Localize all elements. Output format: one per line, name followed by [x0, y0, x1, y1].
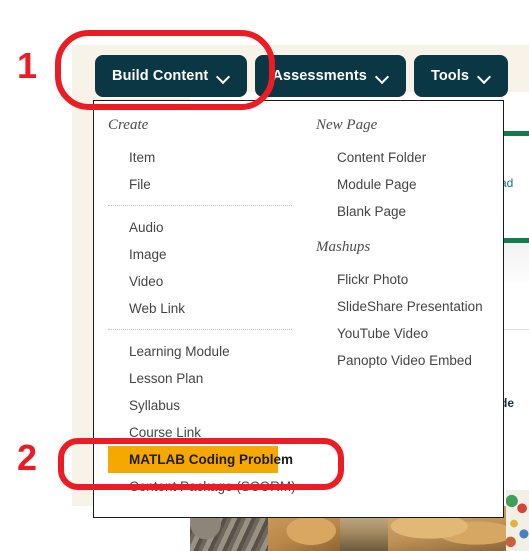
chevron-down-icon — [217, 72, 230, 80]
assessments-button[interactable]: Assessments — [255, 55, 406, 97]
chevron-down-icon — [376, 72, 389, 80]
dropdown-separator — [108, 329, 292, 330]
assessments-label: Assessments — [272, 68, 367, 84]
dropdown-spacer — [316, 225, 503, 239]
menu-item-blank-page[interactable]: Blank Page — [316, 198, 503, 225]
menu-item-lesson-plan[interactable]: Lesson Plan — [108, 365, 300, 392]
menu-item-image[interactable]: Image — [108, 241, 300, 268]
menu-item-panopto-video-embed[interactable]: Panopto Video Embed — [316, 347, 503, 374]
build-content-dropdown: Create Item File Audio Image Video Web Link Lea… — [93, 100, 504, 518]
dropdown-column-create: Create Item File Audio Image Video Web Link Lea… — [94, 117, 300, 517]
background-bold-text: de — [500, 396, 515, 410]
menu-item-item[interactable]: Item — [108, 144, 300, 171]
dropdown-section-heading: Mashups — [316, 239, 371, 255]
menu-item-slideshare-presentation[interactable]: SlideShare Presentation — [316, 293, 503, 320]
menu-item-audio[interactable]: Audio — [108, 214, 300, 241]
dropdown-section-heading: Create — [108, 117, 149, 133]
tools-label: Tools — [430, 68, 470, 84]
dropdown-separator — [108, 205, 292, 206]
menu-item-video[interactable]: Video — [108, 268, 300, 295]
thumbnail-photo — [506, 490, 529, 551]
dropdown-column-new-page: New Page Content Folder Module Page Blank P… — [300, 117, 503, 517]
menu-item-module-page[interactable]: Module Page — [316, 171, 503, 198]
menu-item-web-link[interactable]: Web Link — [108, 295, 300, 322]
dropdown-section-heading: New Page — [316, 117, 378, 133]
annotation-number-2: 2 — [17, 437, 38, 478]
chevron-down-icon — [478, 72, 491, 80]
annotation-number-1: 1 — [17, 45, 38, 86]
menu-item-flickr-photo[interactable]: Flickr Photo — [316, 266, 503, 293]
build-content-label: Build Content — [112, 68, 209, 84]
menu-item-learning-module[interactable]: Learning Module — [108, 338, 300, 365]
menu-item-course-link[interactable]: Course Link — [108, 419, 300, 446]
menu-item-file[interactable]: File — [108, 171, 300, 198]
menu-item-youtube-video[interactable]: YouTube Video — [316, 320, 503, 347]
build-content-button[interactable]: Build Content — [95, 55, 248, 97]
menu-item-content-folder[interactable]: Content Folder — [316, 144, 503, 171]
background-link-text[interactable]: ad — [500, 176, 529, 190]
menu-item-syllabus[interactable]: Syllabus — [108, 392, 300, 419]
menu-item-content-package-scorm[interactable]: Content Package (SCORM) — [108, 473, 300, 500]
content-action-bar: Build Content Assessments Tools — [95, 55, 509, 97]
menu-item-matlab-coding-problem[interactable]: MATLAB Coding Problem — [108, 446, 293, 473]
tools-button[interactable]: Tools — [413, 55, 509, 97]
